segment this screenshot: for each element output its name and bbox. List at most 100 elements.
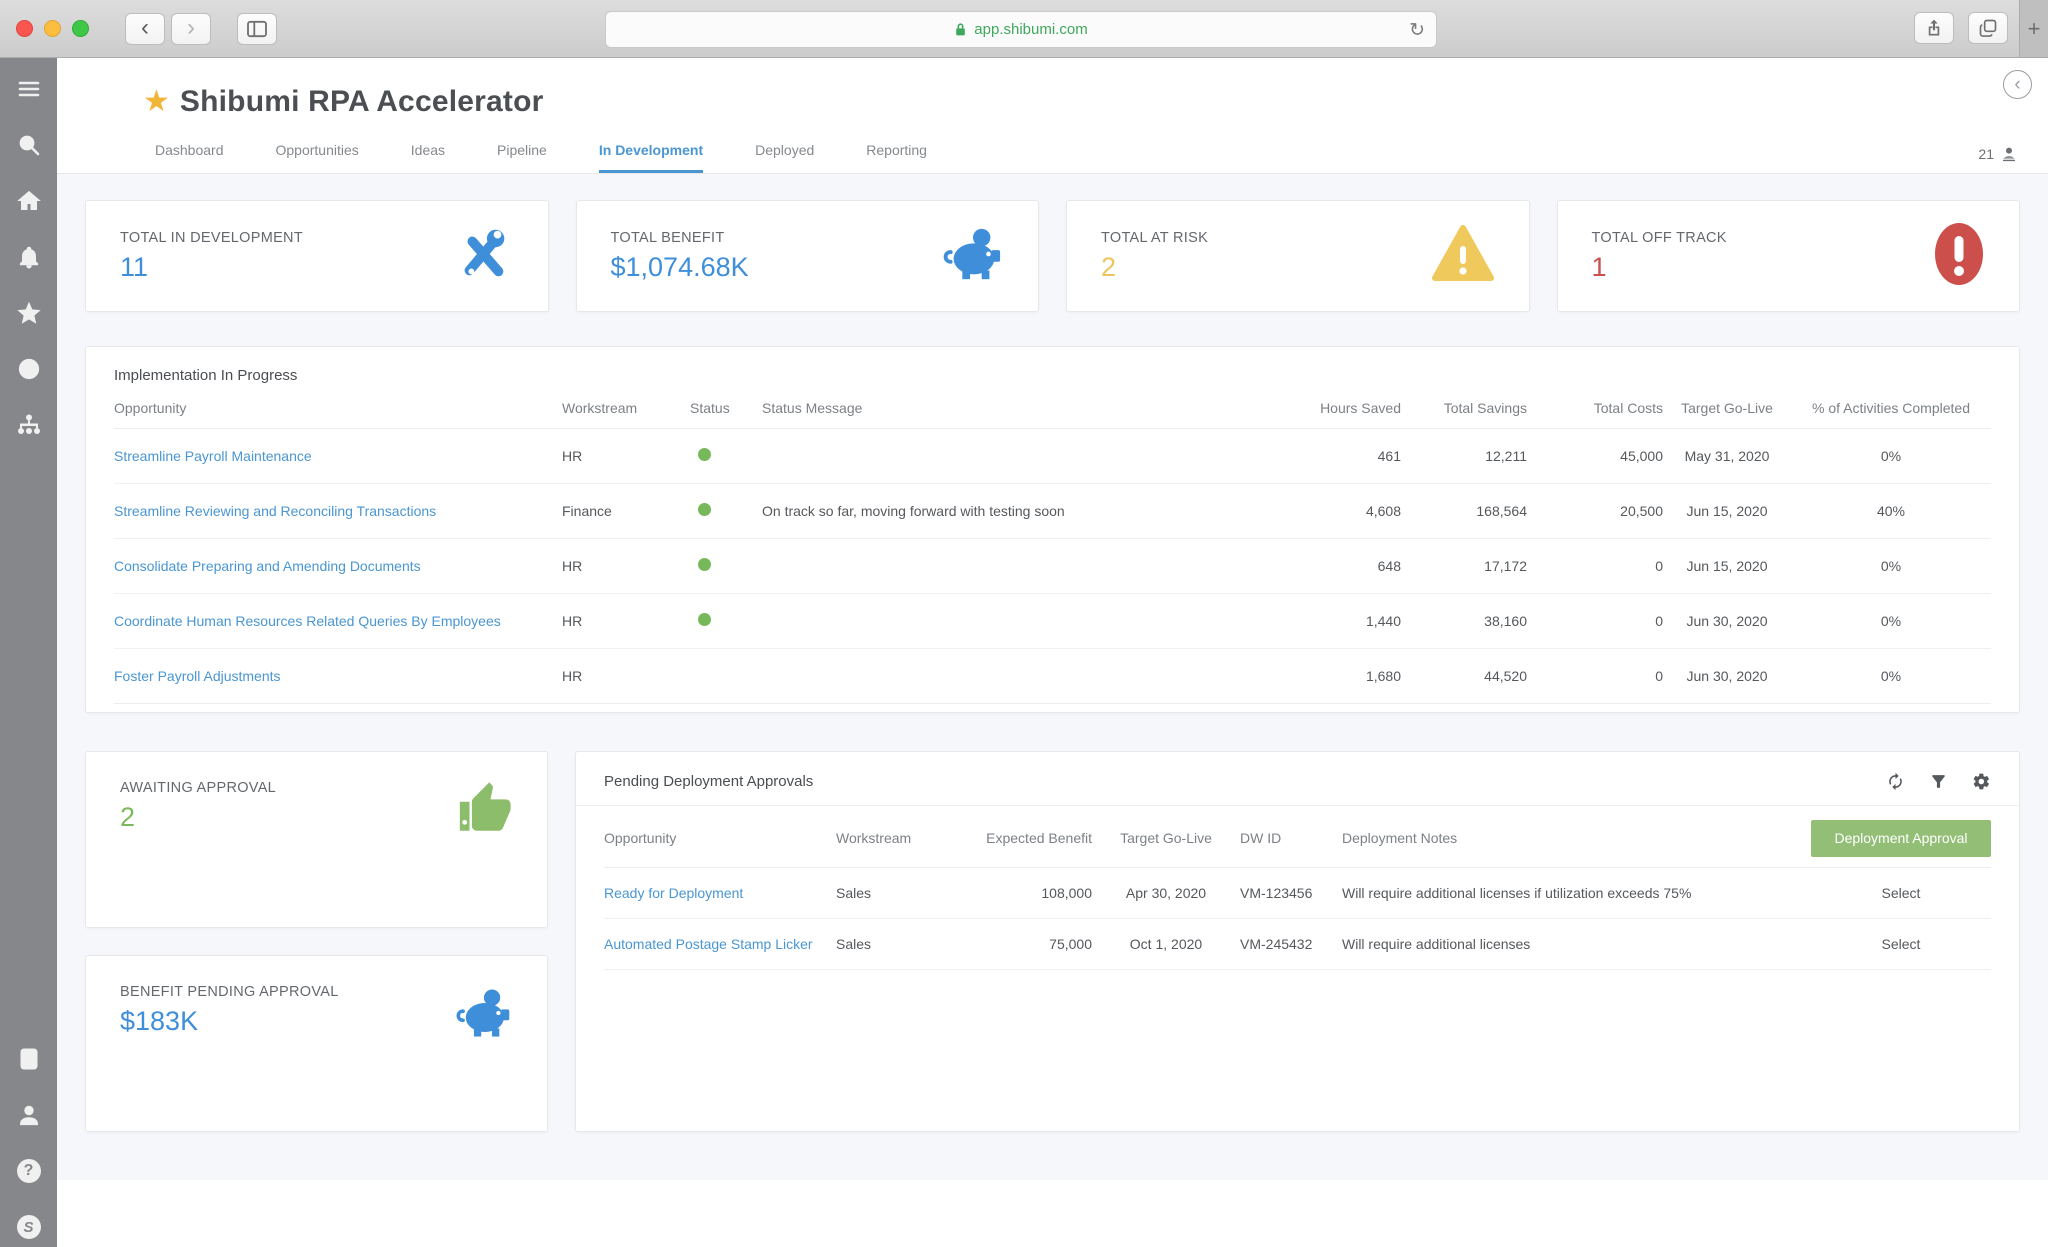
sidebar-item-directory[interactable] <box>16 1046 42 1072</box>
tab-ideas[interactable]: Ideas <box>411 142 445 173</box>
sidebar-item-hierarchy[interactable] <box>16 412 42 438</box>
help-icon: ? <box>17 1159 41 1183</box>
column-header[interactable]: Opportunity <box>604 830 824 846</box>
sidebar-item-search[interactable] <box>16 132 42 158</box>
kpi-row: TOTAL IN DEVELOPMENT 11 TOTAL BENEFIT $1… <box>85 200 2020 312</box>
sidebar-item-profile[interactable] <box>16 1102 42 1128</box>
collapse-panel-button[interactable]: ‹ <box>2003 70 2032 99</box>
column-header[interactable]: Workstream <box>562 400 682 416</box>
total-savings-cell: 17,172 <box>1409 558 1527 574</box>
person-icon <box>17 1103 41 1127</box>
opportunity-link[interactable]: Foster Payroll Adjustments <box>114 668 281 684</box>
column-header[interactable]: Deployment Notes <box>1342 830 1799 846</box>
traffic-lights <box>16 20 89 37</box>
member-count: 21 <box>1978 146 1994 162</box>
gear-icon[interactable] <box>1972 772 1991 791</box>
status-message-cell: On track so far, moving forward with tes… <box>762 503 1283 519</box>
column-header[interactable]: DW ID <box>1240 830 1330 846</box>
sidebar-item-shibumi[interactable]: S <box>16 1214 42 1240</box>
opportunity-link[interactable]: Automated Postage Stamp Licker <box>604 936 813 952</box>
alert-circle-icon <box>1933 222 1985 291</box>
hamburger-icon <box>17 77 41 101</box>
status-dot <box>698 503 711 516</box>
column-header[interactable]: Total Costs <box>1535 400 1663 416</box>
table-row: Automated Postage Stamp Licker Sales 75,… <box>604 919 1991 970</box>
sidebar-item-recents[interactable] <box>16 356 42 382</box>
refresh-icon[interactable] <box>1886 772 1905 791</box>
menu-button[interactable] <box>16 76 42 102</box>
sidebar-toggle-button[interactable] <box>237 13 277 45</box>
column-header[interactable]: Hours Saved <box>1291 400 1401 416</box>
kpi-total-at-risk: TOTAL AT RISK 2 <box>1066 200 1530 312</box>
minimize-window-button[interactable] <box>44 20 61 37</box>
opportunity-link[interactable]: Ready for Deployment <box>604 885 743 901</box>
forward-button[interactable]: › <box>171 13 211 45</box>
opportunity-link[interactable]: Streamline Payroll Maintenance <box>114 448 312 464</box>
dw-id-cell: VM-123456 <box>1240 885 1330 901</box>
tab-in-development[interactable]: In Development <box>599 142 703 173</box>
favorite-star-icon[interactable]: ★ <box>143 84 170 119</box>
target-golive-cell: Jun 15, 2020 <box>1671 503 1783 519</box>
sidebar-item-help[interactable]: ? <box>16 1158 42 1184</box>
opportunity-link[interactable]: Streamline Reviewing and Reconciling Tra… <box>114 503 436 519</box>
kpi-label: TOTAL IN DEVELOPMENT <box>120 230 303 246</box>
panel-title: Pending Deployment Approvals <box>604 773 813 790</box>
new-tab-button[interactable]: + <box>2019 0 2048 57</box>
search-icon <box>17 133 41 157</box>
tab-overview-button[interactable] <box>1968 12 2008 44</box>
reload-button[interactable]: ↻ <box>1409 19 1425 42</box>
back-button[interactable]: ‹ <box>125 13 165 45</box>
column-header[interactable]: Workstream <box>836 830 968 846</box>
opportunity-link[interactable]: Consolidate Preparing and Amending Docum… <box>114 558 421 574</box>
hours-saved-cell: 648 <box>1291 558 1401 574</box>
awaiting-approval-card: AWAITING APPROVAL 2 <box>85 751 548 928</box>
pct-activities-cell: 0% <box>1791 613 1991 629</box>
column-header[interactable]: Target Go-Live <box>1104 830 1228 846</box>
deployment-approval-button[interactable]: Deployment Approval <box>1811 820 1991 857</box>
member-count-badge[interactable]: 21 <box>1978 145 2018 163</box>
implementation-table-header: Opportunity Workstream Status Status Mes… <box>114 384 1991 429</box>
total-savings-cell: 168,564 <box>1409 503 1527 519</box>
filter-icon[interactable] <box>1929 772 1948 791</box>
zoom-window-button[interactable] <box>72 20 89 37</box>
kpi-value: $183K <box>120 1006 339 1037</box>
kpi-label: TOTAL BENEFIT <box>611 230 749 246</box>
address-bar[interactable]: app.shibumi.com ↻ <box>605 11 1437 48</box>
tab-pipeline[interactable]: Pipeline <box>497 142 547 173</box>
kpi-value: 1 <box>1592 252 1727 283</box>
kpi-value: 11 <box>120 252 303 283</box>
sidebar-item-home[interactable] <box>16 188 42 214</box>
column-header[interactable]: Target Go-Live <box>1671 400 1783 416</box>
target-golive-cell: Apr 30, 2020 <box>1104 885 1228 901</box>
target-golive-cell: Jun 15, 2020 <box>1671 558 1783 574</box>
tab-reporting[interactable]: Reporting <box>866 142 927 173</box>
table-row: Streamline Reviewing and Reconciling Tra… <box>114 484 1991 539</box>
column-header[interactable]: % of Activities Completed <box>1791 400 1991 416</box>
close-window-button[interactable] <box>16 20 33 37</box>
opportunity-link[interactable]: Coordinate Human Resources Related Queri… <box>114 613 501 629</box>
clock-icon <box>17 357 41 381</box>
column-header[interactable]: Opportunity <box>114 400 554 416</box>
target-golive-cell: Jun 30, 2020 <box>1671 668 1783 684</box>
sidebar-item-notifications[interactable] <box>16 244 42 270</box>
pct-activities-cell: 0% <box>1791 668 1991 684</box>
select-action[interactable]: Select <box>1811 885 1991 901</box>
column-header[interactable]: Total Savings <box>1409 400 1527 416</box>
column-header[interactable]: Expected Benefit <box>980 830 1092 846</box>
column-header[interactable]: Status <box>690 400 754 416</box>
tab-dashboard[interactable]: Dashboard <box>155 142 224 173</box>
lock-icon <box>954 22 967 37</box>
back-chevron-icon: ‹ <box>141 16 149 40</box>
pct-activities-cell: 40% <box>1791 503 1991 519</box>
tab-opportunities[interactable]: Opportunities <box>276 142 359 173</box>
workstream-cell: Sales <box>836 936 968 952</box>
sidebar-item-favorites[interactable] <box>16 300 42 326</box>
tab-deployed[interactable]: Deployed <box>755 142 814 173</box>
workstream-cell: HR <box>562 448 682 464</box>
select-action[interactable]: Select <box>1811 936 1991 952</box>
dw-id-cell: VM-245432 <box>1240 936 1330 952</box>
share-button[interactable] <box>1914 12 1954 44</box>
screen: ‹ › app.shibumi.com ↻ + <box>0 0 2048 1247</box>
total-costs-cell: 45,000 <box>1535 448 1663 464</box>
column-header[interactable]: Status Message <box>762 400 1283 416</box>
